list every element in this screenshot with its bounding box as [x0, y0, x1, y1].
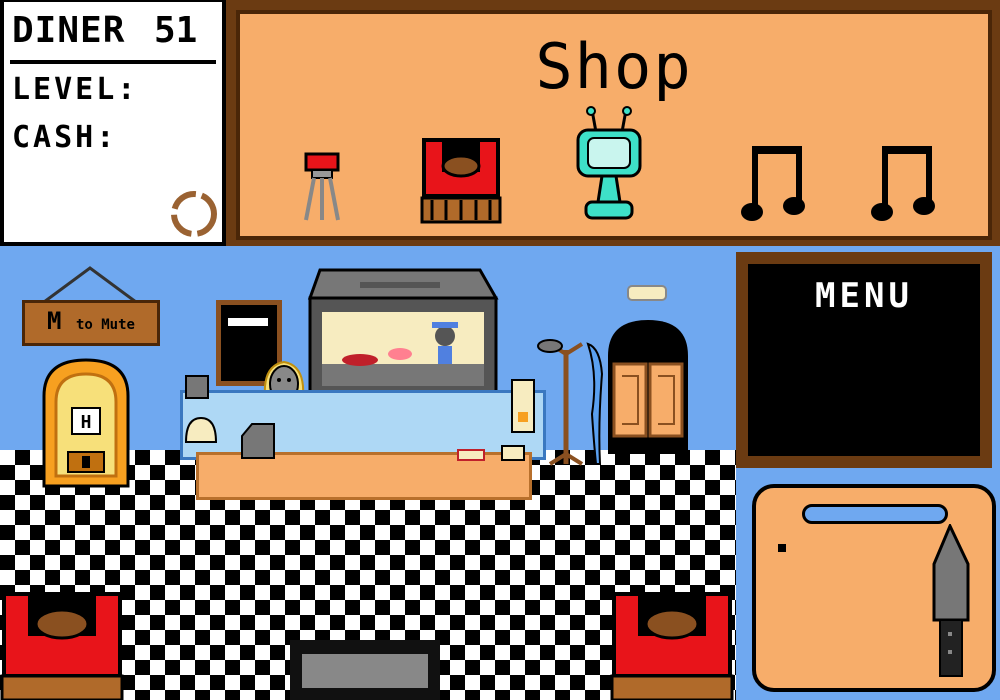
shop-title: Shop — [535, 30, 693, 103]
booth-icon[interactable] — [420, 136, 502, 224]
title-underline — [10, 60, 216, 64]
game-title: DINER — [12, 10, 126, 51]
coffee-stain-icon — [171, 191, 217, 237]
cake-slice-icon[interactable] — [500, 442, 526, 462]
robot-tv-icon[interactable] — [574, 106, 644, 222]
board-handle-slot — [802, 504, 948, 524]
order-ticket-stand[interactable] — [508, 378, 538, 434]
stats-card: DINER 51 LEVEL: CASH: — [4, 2, 222, 242]
mute-text: to Mute — [75, 317, 135, 333]
shop-panel: Shop — [226, 0, 1000, 246]
pie-slice-icon[interactable] — [456, 446, 486, 462]
menu-board[interactable]: MENU — [736, 252, 992, 468]
level-label: LEVEL: — [12, 72, 139, 107]
mute-sign[interactable]: M to Mute — [22, 300, 160, 346]
board-hole — [778, 544, 786, 552]
stool-top-icon — [185, 375, 209, 399]
cutting-board[interactable] — [752, 484, 996, 692]
sign-hanger — [43, 266, 137, 304]
knife-icon[interactable] — [928, 524, 972, 680]
diner-counter — [180, 390, 546, 460]
game-number: 51 — [154, 10, 198, 51]
music-note-icon[interactable] — [740, 142, 806, 226]
stool-icon[interactable] — [298, 152, 346, 224]
cash-register-icon[interactable] — [240, 420, 276, 460]
jukebox[interactable]: H — [38, 356, 134, 488]
booth-left[interactable] — [0, 590, 124, 700]
booth-right[interactable] — [610, 590, 734, 700]
coat-rack — [537, 339, 604, 466]
entry-mat — [290, 640, 440, 700]
svg-text:H: H — [81, 412, 92, 433]
music-note-icon[interactable] — [870, 142, 936, 226]
kitchen-doors[interactable] — [604, 316, 692, 456]
mute-key: M — [47, 307, 62, 335]
wall-light-icon — [627, 285, 667, 301]
cash-label: CASH: — [12, 120, 118, 155]
menu-title: MENU — [815, 276, 913, 316]
plate-dome-icon — [184, 416, 218, 443]
